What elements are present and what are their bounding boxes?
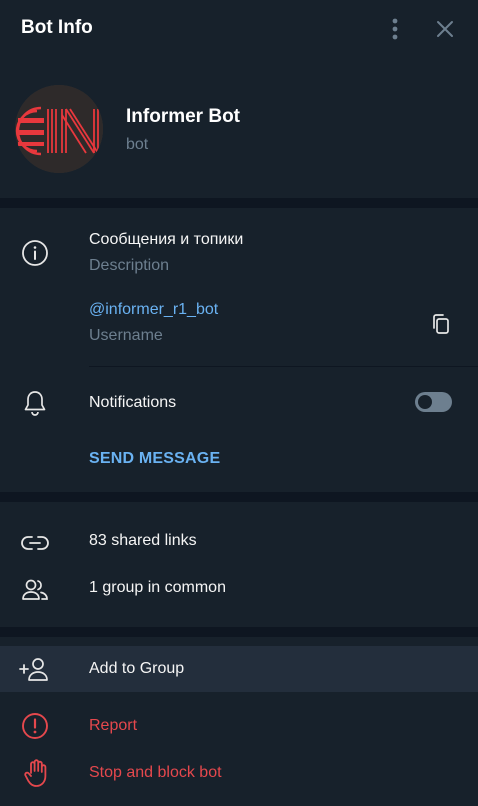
bell-icon	[24, 391, 46, 416]
avatar-logo-icon	[15, 85, 103, 173]
section-divider	[0, 492, 478, 502]
profile-section: Informer Bot bot	[0, 58, 478, 198]
description-label: Description	[89, 257, 170, 274]
username-label: Username	[89, 327, 163, 344]
hand-icon-wrap	[21, 758, 51, 788]
link-icon-wrap	[20, 528, 50, 558]
add-user-icon-wrap	[19, 654, 49, 684]
copy-icon	[433, 314, 449, 334]
notifications-label: Notifications	[89, 394, 177, 411]
add-user-icon	[19, 658, 48, 681]
bot-name: Informer Bot	[126, 106, 240, 127]
panel-title: Bot Info	[21, 17, 93, 38]
add-to-group-label: Add to Group	[89, 660, 185, 677]
send-message-button[interactable]: SEND MESSAGE	[89, 450, 220, 468]
row-divider	[89, 366, 478, 367]
copy-username-button[interactable]	[426, 309, 456, 339]
report-icon	[22, 713, 48, 739]
add-to-group-row[interactable]	[0, 646, 478, 692]
bell-icon-wrap	[20, 388, 50, 418]
groups-in-common-item[interactable]: 1 group in common	[89, 579, 226, 597]
group-icon	[22, 579, 48, 600]
bot-subtitle: bot	[126, 136, 149, 153]
more-vertical-icon	[392, 18, 398, 40]
link-icon	[21, 536, 49, 550]
more-button[interactable]	[382, 16, 408, 42]
info-icon-wrap	[20, 238, 50, 268]
stop-block-bot-button[interactable]: Stop and block bot	[89, 764, 222, 782]
group-icon-wrap	[20, 575, 50, 605]
avatar[interactable]	[15, 85, 103, 173]
close-button[interactable]	[432, 16, 458, 42]
info-icon	[22, 240, 48, 266]
report-button[interactable]: Report	[89, 717, 137, 735]
shared-links-item[interactable]: 83 shared links	[89, 532, 197, 550]
report-icon-wrap	[20, 711, 50, 741]
section-divider	[0, 198, 478, 208]
notifications-toggle[interactable]	[415, 392, 452, 412]
close-icon	[437, 21, 453, 37]
toggle-knob	[418, 395, 432, 409]
description-value[interactable]: Сообщения и топики	[89, 231, 243, 249]
section-divider	[0, 627, 478, 637]
stop-hand-icon	[24, 759, 47, 787]
panel-header: Bot Info	[0, 0, 478, 58]
username-value[interactable]: @informer_r1_bot	[89, 301, 218, 319]
